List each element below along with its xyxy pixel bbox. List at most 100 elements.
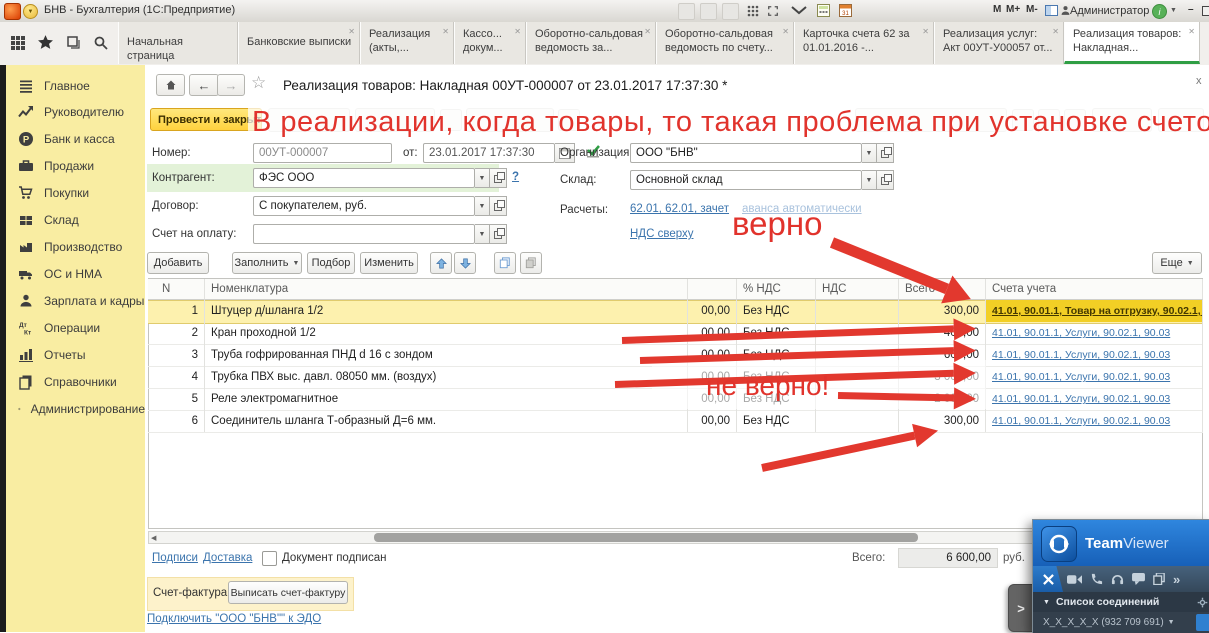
accounts-link[interactable]: 41.01, 90.01.1, Услуги, 90.02.1, 90.03 [986, 410, 1203, 432]
sidebar-item-bank-cash[interactable]: РБанк и касса [6, 128, 145, 150]
delivery-link[interactable]: Доставка [203, 552, 252, 564]
restore-button[interactable] [1202, 6, 1209, 16]
organization-field[interactable]: ООО "БНВ" [630, 143, 862, 163]
sidebar-item-sales[interactable]: Продажи [6, 155, 145, 177]
accounts-link[interactable]: 41.01, 90.01.1, Услуги, 90.02.1, 90.03 [986, 322, 1203, 344]
teamviewer-connect-button-fragment[interactable] [1196, 614, 1209, 631]
preview-icon[interactable] [722, 3, 739, 20]
col-header-n[interactable]: N [148, 279, 205, 300]
nomenclature-cell[interactable]: Соединитель шланга Т-образный Д=6 мм. [205, 410, 688, 432]
nomenclature-cell[interactable]: Штуцер д/шланга 1/2 [205, 300, 688, 322]
payment-invoice-dropdown-button[interactable]: ▼ [475, 224, 490, 244]
sidebar-item-production[interactable]: Производство [6, 236, 145, 258]
nomenclature-cell[interactable]: Реле электромагнитное [205, 388, 688, 410]
tab-bank-statements[interactable]: Банковские выписки✕ [238, 22, 360, 64]
sidebar-item-manager[interactable]: Руководителю [6, 101, 145, 123]
organization-dropdown-button[interactable]: ▼ [862, 143, 877, 163]
vat-cell[interactable] [816, 410, 899, 432]
close-icon[interactable]: ✕ [442, 25, 449, 39]
tab-cash-documents[interactable]: Кассо...докум...✕ [454, 22, 526, 64]
calculator-icon[interactable] [816, 3, 831, 18]
close-icon[interactable]: ✕ [1188, 25, 1195, 39]
scroll-left-arrow[interactable]: ◀ [151, 534, 156, 542]
gear-icon[interactable] [1197, 597, 1208, 608]
accounts-link[interactable]: 41.01, 90.01.1, Услуги, 90.02.1, 90.03 [986, 344, 1203, 366]
contractor-open-button[interactable] [490, 168, 507, 188]
issue-invoice-button[interactable]: Выписать счет-фактуру [228, 581, 348, 604]
close-icon[interactable]: ✕ [514, 25, 521, 39]
sidebar-item-salary-hr[interactable]: Зарплата и кадры [6, 290, 145, 312]
favorites-star-icon[interactable] [37, 34, 54, 56]
warehouse-open-button[interactable] [877, 170, 894, 190]
col-header-accounts[interactable]: Счета учета [986, 279, 1203, 300]
minimize-button[interactable]: – [1188, 4, 1194, 15]
memory-mminus-button[interactable]: M- [1026, 4, 1038, 15]
sidebar-item-reports[interactable]: Отчеты [6, 344, 145, 366]
contract-dropdown-button[interactable]: ▼ [475, 196, 490, 216]
col-header-nomenclature[interactable]: Номенклатура [205, 279, 688, 300]
print-icon[interactable] [700, 3, 717, 20]
warehouse-dropdown-button[interactable]: ▼ [862, 170, 877, 190]
close-icon[interactable]: ✕ [1052, 25, 1059, 39]
info-icon[interactable]: i [1152, 4, 1167, 19]
accounts-link[interactable]: 41.01, 90.01.1, Услуги, 90.02.1, 90.03 [986, 388, 1203, 410]
tab-services-realization[interactable]: Реализация услуг:Акт 00УТ-У00057 от...✕ [934, 22, 1064, 64]
teamviewer-side-tab[interactable]: > [1008, 584, 1034, 632]
tab-home[interactable]: Начальная страница [118, 22, 238, 64]
add-row-button[interactable]: Добавить [147, 252, 209, 274]
sum-cell[interactable]: 00,00 [688, 410, 737, 432]
tab-realization-acts[interactable]: Реализация(акты,...✕ [360, 22, 454, 64]
sidebar-item-purchases[interactable]: Покупки [6, 182, 145, 204]
table-more-button[interactable]: Еще▼ [1152, 252, 1202, 274]
form-close-button[interactable]: x [1196, 75, 1202, 87]
contract-open-button[interactable] [490, 196, 507, 216]
tab-account-card-62[interactable]: Карточка счета 62 за01.01.2016 -...✕ [794, 22, 934, 64]
nomenclature-cell[interactable]: Кран проходной 1/2 [205, 322, 688, 344]
vat-mode-link[interactable]: НДС сверху [630, 228, 694, 240]
date-field[interactable]: 23.01.2017 17:37:30 [423, 143, 555, 163]
menu-grid-icon[interactable] [10, 35, 26, 56]
forward-button[interactable]: → [217, 74, 245, 96]
sidebar-item-operations[interactable]: ДтКтОперации [6, 317, 145, 339]
col-header-sum[interactable] [688, 279, 737, 300]
organization-open-button[interactable] [877, 143, 894, 163]
sidebar-item-administration[interactable]: Администрирование [6, 398, 145, 420]
search-icon[interactable] [93, 35, 109, 56]
teamviewer-connections-header[interactable]: ▼ Список соединений [1033, 592, 1209, 612]
payment-invoice-open-button[interactable] [490, 224, 507, 244]
nomenclature-cell[interactable]: Труба гофрированная ПНД d 16 с зондом [205, 344, 688, 366]
move-up-button[interactable] [430, 252, 452, 274]
close-icon[interactable]: ✕ [644, 25, 651, 39]
headset-icon[interactable] [1111, 573, 1124, 586]
apps-grid-icon[interactable] [745, 3, 760, 18]
sum-cell[interactable]: 00,00 [688, 300, 737, 322]
document-signed-checkbox[interactable] [262, 551, 277, 566]
paste-button[interactable] [520, 252, 542, 274]
contractor-dropdown-button[interactable]: ▼ [475, 168, 490, 188]
vat-pct-cell[interactable]: Без НДС [737, 410, 816, 432]
teamviewer-connection-item[interactable]: X_X_X_X_X (932 709 691) ▼ [1033, 612, 1209, 633]
home-button[interactable] [156, 74, 185, 96]
more-chevrons-icon[interactable]: » [1173, 572, 1180, 587]
signatures-link[interactable]: Подписи [152, 552, 198, 564]
sidebar-item-directories[interactable]: Справочники [6, 371, 145, 393]
current-user-label[interactable]: Администратор [1070, 5, 1149, 17]
total-cell[interactable]: 300,00 [899, 410, 986, 432]
close-icon[interactable]: ✕ [922, 25, 929, 39]
tab-goods-realization[interactable]: Реализация товаров:Накладная...✕ [1064, 22, 1200, 64]
move-down-button[interactable] [454, 252, 476, 274]
sidebar-item-main[interactable]: Главное [6, 75, 145, 97]
payment-invoice-field[interactable] [253, 224, 475, 244]
vat-pct-cell[interactable]: Без НДС [737, 300, 816, 322]
edit-button[interactable]: Изменить [360, 252, 418, 274]
warehouse-field[interactable]: Основной склад [630, 170, 862, 190]
calendar-icon[interactable]: 31 [838, 3, 853, 18]
fullscreen-icon[interactable] [765, 3, 780, 18]
settlements-link[interactable]: 62.01, 62.01, зачет [630, 203, 729, 215]
sidebar-item-warehouse[interactable]: Склад [6, 209, 145, 231]
accounts-link[interactable]: 41.01, 90.01.1, Товар на отгрузку, 90.02… [986, 300, 1203, 322]
pick-button[interactable]: Подбор [307, 252, 355, 274]
fill-button[interactable]: Заполнить▼ [232, 252, 302, 274]
main-menu-button[interactable]: ▼ [23, 4, 38, 19]
video-call-icon[interactable] [1067, 574, 1082, 585]
